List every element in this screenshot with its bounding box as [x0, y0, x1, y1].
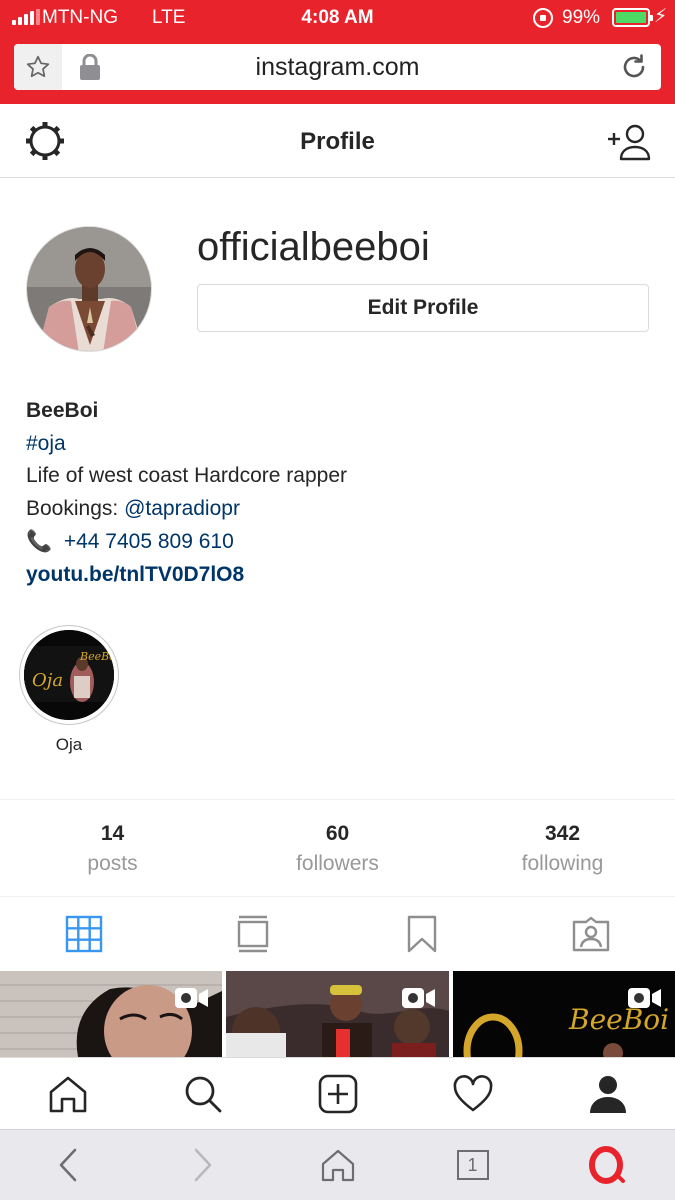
nav-profile[interactable] [540, 1058, 675, 1129]
home-icon [321, 1149, 354, 1182]
highlight-ring: Oja BeeBoi [19, 625, 119, 725]
profile-view-tabs [0, 898, 675, 970]
highlight-art-mark: Oja [32, 670, 63, 691]
battery-icon [612, 8, 653, 27]
heart-icon [453, 1074, 492, 1111]
nav-activity[interactable] [405, 1058, 540, 1129]
stat-label: following [521, 852, 604, 875]
highlight-thumbnail: Oja BeeBoi [24, 630, 114, 720]
forward-button[interactable] [135, 1130, 270, 1200]
chevron-right-icon [194, 1148, 211, 1182]
stat-label: posts [87, 852, 138, 875]
stat-following[interactable]: 342 following [450, 800, 675, 896]
grid-icon [66, 915, 103, 953]
grid-post[interactable]: BeeBoi [453, 971, 675, 1057]
tagged-icon [572, 916, 609, 952]
phone-icon: 📞 [26, 529, 53, 553]
stat-label: followers [296, 852, 379, 875]
rotation-lock-icon [533, 8, 553, 28]
browser-toolbar: 1 [0, 1129, 675, 1200]
home-icon [49, 1076, 86, 1112]
video-icon [628, 988, 661, 1008]
charging-icon: ⚡ [654, 6, 668, 27]
feed-icon [237, 915, 269, 953]
profile-icon [589, 1075, 626, 1113]
nav-home[interactable] [0, 1058, 135, 1129]
bookmark-icon [407, 915, 437, 953]
post-grid: BeeBoi [0, 971, 675, 1057]
bookings-label: Bookings: [26, 496, 125, 520]
bio-text: Life of west coast Hardcore rapper [26, 464, 347, 487]
url-text[interactable]: instagram.com [14, 53, 661, 82]
browser-home-button[interactable] [270, 1130, 405, 1200]
phone-link[interactable]: +44 7405 809 610 [64, 530, 234, 553]
battery-percent: 99% [562, 7, 601, 28]
back-button[interactable] [0, 1130, 135, 1200]
username: officialbeeboi [197, 225, 430, 269]
highlight-art-title: BeeBoi [79, 650, 114, 663]
tab-tagged[interactable] [506, 898, 675, 970]
grid-post[interactable] [0, 971, 222, 1057]
bio: BeeBoi #oja Life of west coast Hardcore … [26, 395, 347, 591]
reload-icon[interactable] [619, 52, 649, 82]
chevron-left-icon [59, 1148, 76, 1182]
video-icon [402, 988, 435, 1008]
new-post-icon [318, 1074, 357, 1113]
stat-value: 60 [325, 822, 350, 845]
tabs-button[interactable]: 1 [405, 1130, 540, 1200]
website-link[interactable]: youtu.be/tnlTV0D7lO8 [26, 563, 244, 586]
video-icon [175, 988, 208, 1008]
tab-saved[interactable] [338, 898, 507, 970]
profile-header: Profile [0, 104, 675, 178]
bottom-nav [0, 1057, 675, 1129]
status-bar: MTN-NG LTE 4:08 AM 99% ⚡ [0, 0, 675, 36]
bookings-mention-link[interactable]: @tapradiopr [124, 497, 240, 520]
nav-search[interactable] [135, 1058, 270, 1129]
tab-feed[interactable] [169, 898, 338, 970]
page-title: Profile [300, 128, 375, 155]
tab-count: 1 [456, 1150, 489, 1180]
highlight-label: Oja [55, 735, 83, 754]
search-icon [185, 1076, 221, 1112]
edit-profile-button[interactable]: Edit Profile [197, 284, 649, 332]
stat-value: 14 [100, 822, 125, 845]
grid-post[interactable] [226, 971, 449, 1057]
stat-value: 342 [544, 822, 581, 845]
add-user-icon[interactable] [607, 122, 651, 162]
stat-followers[interactable]: 60 followers [225, 800, 450, 896]
tab-grid[interactable] [0, 898, 169, 970]
hashtag-link[interactable]: #oja [26, 432, 66, 455]
opera-logo-icon [588, 1146, 625, 1184]
display-name: BeeBoi [26, 399, 99, 422]
avatar[interactable] [26, 226, 152, 352]
profile-stats: 14 posts 60 followers 342 following [0, 799, 675, 897]
address-bar[interactable]: instagram.com [14, 44, 661, 90]
stat-posts[interactable]: 14 posts [0, 800, 225, 896]
opera-menu-button[interactable] [540, 1130, 675, 1200]
story-highlight[interactable]: Oja BeeBoi Oja [19, 625, 119, 755]
nav-new-post[interactable] [270, 1058, 405, 1129]
